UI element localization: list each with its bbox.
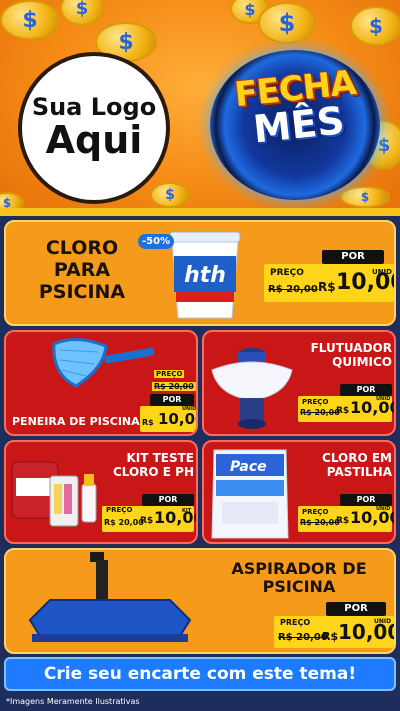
title-line: KIT TESTE (126, 451, 194, 465)
product-title: FLUTUADOR QUIMICO (304, 341, 392, 370)
coin-icon: $ (350, 6, 400, 46)
preco-label: PREÇO (106, 506, 133, 514)
preco-label: PREÇO (280, 618, 311, 627)
unit-label: UNID (182, 406, 197, 412)
unit-label: UNID (372, 268, 392, 276)
por-label: POR (150, 394, 194, 406)
currency-symbol: R$ (336, 516, 350, 526)
por-label: POR (340, 384, 392, 396)
product-card-aspirador[interactable]: ASPIRADOR DE PSICINA POR PREÇO R$ 20,00 … (4, 548, 396, 654)
pool-skimmer-image (52, 338, 155, 388)
product-title: KIT TESTE CLORO E PH (106, 451, 194, 480)
product-card-flutuador[interactable]: FLUTUADOR QUIMICO POR PREÇO R$ 20,00 R$ … (202, 330, 396, 436)
svg-text:Pace: Pace (230, 459, 267, 475)
title-line: QUIMICO (332, 354, 392, 369)
create-flyer-button[interactable]: Crie seu encarte com este tema! (4, 657, 396, 691)
test-kit-image (11, 461, 97, 527)
discount-badge: -50% (138, 234, 175, 249)
title-line: CLORO (45, 237, 119, 259)
product-title: CLORO EM PASTILHA (304, 451, 392, 480)
disclaimer-note: *Imagens Meramente Ilustrativas (6, 697, 140, 706)
por-label: POR (326, 602, 386, 616)
coin-icon: $ (0, 192, 24, 214)
currency-symbol: R$ (322, 630, 339, 643)
logo-text-line2: Aqui (45, 118, 143, 163)
logo-placeholder: Sua Logo Aqui (18, 52, 170, 204)
product-title: CLORO PARA PSICINA (22, 237, 142, 304)
unit-label: UNID (376, 506, 391, 512)
title-line: PSICINA (38, 280, 126, 303)
coin-icon: $ (60, 0, 104, 26)
old-price: R$ 20,00 (300, 518, 340, 527)
product-card-pastilha[interactable]: Pace CLORO EM PASTILHA POR PREÇO R$ 20,0… (202, 440, 396, 544)
por-label: POR (340, 494, 392, 506)
currency-symbol: R$ (140, 516, 154, 526)
header-banner: $ $ $ $ $ $ $ $ $ $ Sua Logo Aqui FECHA … (0, 0, 400, 216)
unit-label: KIT (182, 508, 192, 514)
old-price: R$ 20,00 (300, 408, 340, 417)
old-price: R$ 20,00 (104, 518, 144, 527)
preco-label: PREÇO (270, 268, 304, 278)
title-line: CLORO EM (322, 451, 392, 465)
preco-label: PREÇO (302, 508, 329, 516)
old-price: R$ 20,00 (152, 382, 196, 391)
logo-text-line1: Sua Logo (31, 92, 157, 121)
title-line: PSICINA (262, 577, 336, 597)
old-price: R$ 20,00 (278, 632, 328, 643)
product-card-cloro[interactable]: CLORO PARA PSICINA hth -50% POR PREÇO R$… (4, 220, 396, 326)
product-card-peneira[interactable]: PENEIRA DE PISCINA POR PREÇO R$ 20,00 R$… (4, 330, 198, 436)
title-line: FLUTUADOR (310, 341, 392, 355)
title-line: CLORO E PH (112, 464, 194, 479)
unit-label: UNID (374, 618, 392, 625)
currency-symbol: R$ (336, 406, 350, 416)
coin-icon: $ (340, 186, 390, 208)
coin-icon: $ (150, 182, 190, 208)
chlorine-tablet-bag-image: Pace (211, 449, 289, 539)
coin-icon: $ (258, 2, 316, 44)
pool-vacuum-head-image (28, 552, 192, 642)
product-card-kit-teste[interactable]: KIT TESTE CLORO E PH POR PREÇO R$ 20,00 … (4, 440, 198, 544)
title-line: ASPIRADOR DE (231, 559, 367, 578)
preco-label: PREÇO (302, 398, 329, 406)
old-price: R$ 20,00 (268, 284, 318, 295)
current-price: 10,00 (158, 410, 196, 428)
product-title: ASPIRADOR DE PSICINA (206, 559, 392, 597)
currency-symbol: R$ (318, 280, 336, 294)
current-price: 10,00 (154, 508, 196, 527)
currency-symbol: R$ (142, 418, 154, 427)
por-label: POR (322, 250, 384, 264)
coin-icon: $ (0, 0, 60, 40)
title-line: PARA (53, 258, 111, 281)
product-title: PENEIRA DE PISCINA (12, 415, 140, 428)
chemical-floater-image (211, 348, 293, 429)
preco-label: PREÇO (154, 370, 185, 378)
svg-text:hth: hth (184, 263, 226, 288)
chlorine-bucket-image: hth (169, 231, 241, 319)
por-label: POR (142, 494, 194, 506)
unit-label: UNID (376, 396, 391, 402)
title-line: PASTILHA (326, 464, 392, 479)
